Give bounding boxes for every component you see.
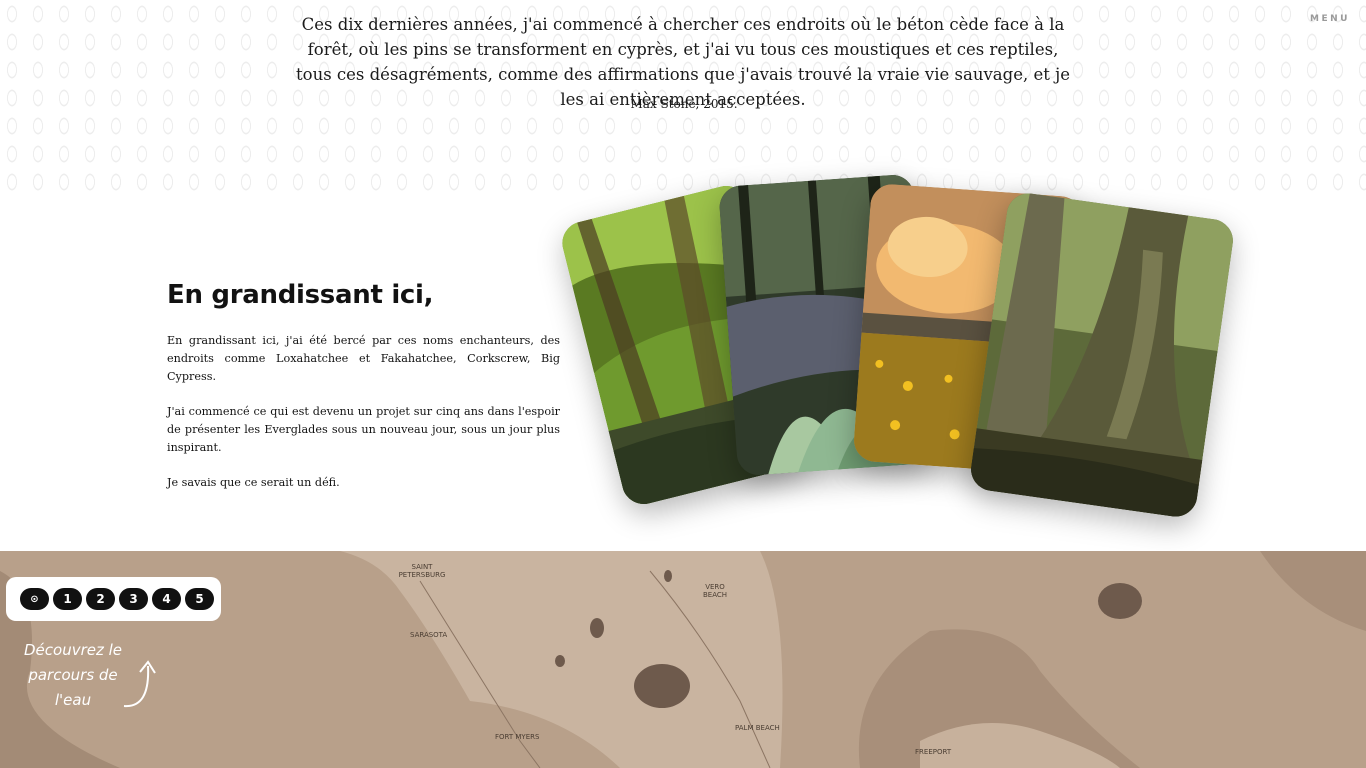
map-label-palm-beach: PALM BEACH	[735, 724, 780, 732]
step-4-button[interactable]: 4	[152, 588, 181, 610]
discover-cta[interactable]: Découvrez le parcours de l'eau	[18, 638, 128, 713]
quote-author: Max Stone, 2015.	[630, 97, 738, 111]
paragraph-2: J'ai commencé ce qui est devenu un proje…	[167, 405, 560, 454]
map-label-saint-petersburg: SAINT PETERSBURG	[398, 563, 446, 579]
step-2-button[interactable]: 2	[86, 588, 115, 610]
paragraph-1: En grandissant ici, j'ai été bercé par c…	[167, 334, 560, 383]
section-body: En grandissant ici, j'ai été bercé par c…	[167, 332, 560, 509]
map-label-sarasota: SARASOTA	[410, 631, 448, 639]
menu-button[interactable]: MENU	[1310, 14, 1350, 24]
step-navigation: ⊙ 1 2 3 4 5	[6, 577, 221, 621]
curved-arrow-icon	[123, 660, 156, 708]
step-start-button[interactable]: ⊙	[20, 588, 49, 610]
section-title: En grandissant ici,	[167, 280, 434, 310]
map-label-freeport: FREEPORT	[915, 748, 952, 756]
paragraph-3: Je savais que ce serait un défi.	[167, 476, 340, 489]
step-5-button[interactable]: 5	[185, 588, 214, 610]
cypress-trunk-photo[interactable]	[968, 190, 1236, 520]
quote-section: Ces dix dernières années, j'ai commencé …	[0, 0, 1366, 198]
map-label-vero-beach: VERO BEACH	[702, 583, 728, 599]
step-3-button[interactable]: 3	[119, 588, 148, 610]
map-label-fort-myers: FORT MYERS	[495, 733, 540, 741]
step-1-button[interactable]: 1	[53, 588, 82, 610]
